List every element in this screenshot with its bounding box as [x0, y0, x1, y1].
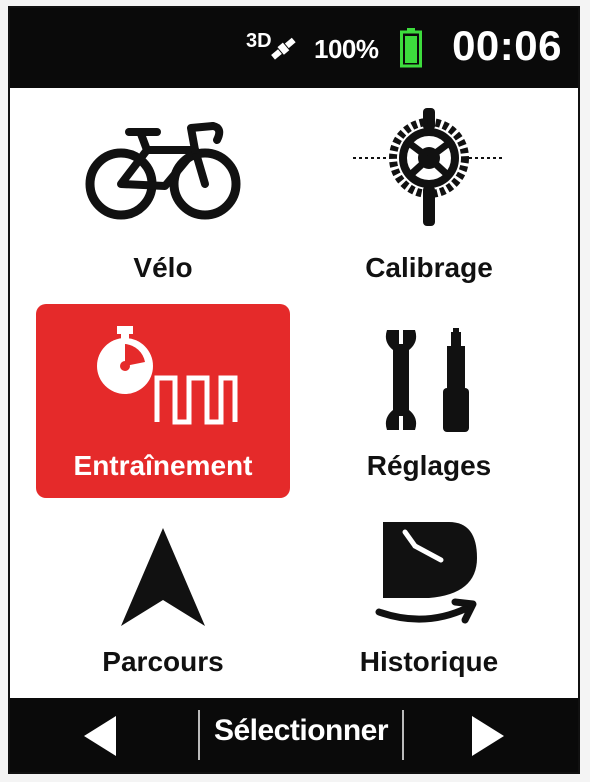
arrow-left-icon[interactable] [80, 714, 120, 758]
menu-item-reglages[interactable]: Réglages [302, 304, 556, 498]
bicycle-icon [36, 114, 290, 224]
arrow-right-icon[interactable] [468, 714, 508, 758]
device-screen: 3D 100% 00:06 Vélo Calibrage Entraînemen… [8, 6, 580, 774]
satellite-icon [271, 37, 296, 60]
select-button[interactable]: Sélectionner [206, 714, 396, 748]
menu-item-label: Vélo [133, 252, 193, 283]
battery-percent: 100% [314, 34, 379, 64]
menu-item-entrainement[interactable]: Entraînement [36, 304, 290, 498]
menu-item-parcours[interactable]: Parcours [36, 508, 290, 702]
wrench-screwdriver-icon [302, 328, 556, 432]
divider [198, 710, 200, 760]
main-menu: Vélo Calibrage Entraînement Réglages Par… [10, 88, 578, 702]
menu-item-label: Calibrage [365, 252, 493, 283]
clock: 00:06 [452, 22, 562, 69]
gps-status: 3D [246, 30, 300, 64]
menu-item-label: Entraînement [73, 450, 253, 481]
navigation-arrow-icon [36, 528, 290, 628]
bottom-nav-bar: Sélectionner [10, 698, 578, 772]
divider [402, 710, 404, 760]
battery-icon [400, 28, 422, 68]
menu-item-calibrage[interactable]: Calibrage [302, 104, 556, 298]
menu-item-velo[interactable]: Vélo [36, 104, 290, 298]
status-bar: 3D 100% 00:06 [10, 8, 578, 88]
menu-item-historique[interactable]: Historique [302, 508, 556, 702]
menu-item-label: Historique [359, 646, 499, 677]
history-clock-icon [302, 516, 556, 628]
stopwatch-intervals-icon [36, 322, 290, 430]
menu-item-label: Parcours [102, 646, 224, 677]
crankset-icon [302, 106, 556, 230]
menu-item-label: Réglages [366, 450, 492, 481]
